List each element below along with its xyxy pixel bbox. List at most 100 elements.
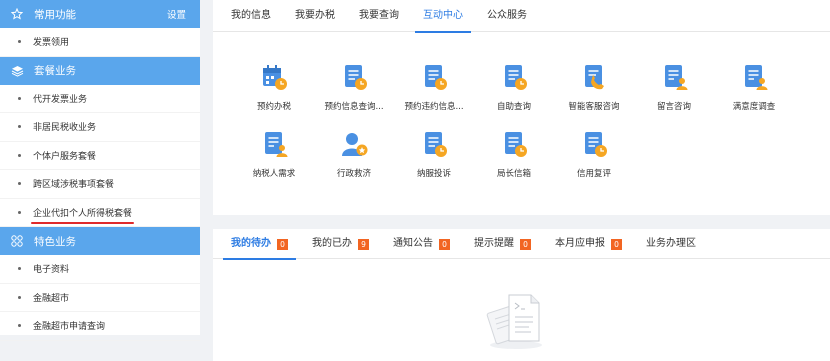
bullet-icon: [18, 295, 21, 299]
bullet-icon: [18, 182, 21, 186]
tab-monthly-declaration[interactable]: 本月应申报 0: [543, 229, 634, 259]
function-item-label: 预约信息查询...: [324, 102, 384, 112]
todo-panel: 我的待办 0 我的已办 9 通知公告 0 提示提醒 0 本月应申报 0 业务办理区: [213, 229, 830, 361]
bullet-icon: [18, 96, 21, 100]
todo-tabs: 我的待办 0 我的已办 9 通知公告 0 提示提醒 0 本月应申报 0 业务办理区: [213, 229, 830, 260]
function-item-label: 纳税人需求: [252, 169, 296, 179]
doc-clock-icon: [505, 65, 527, 90]
bullet-icon: [18, 210, 21, 214]
function-item[interactable]: 纳税人需求: [234, 129, 314, 179]
function-item[interactable]: 预约违约信息...: [394, 62, 474, 112]
sidebar-item[interactable]: 发票领用: [0, 28, 200, 57]
tab-label: 通知公告: [393, 238, 433, 249]
count-badge: 0: [520, 238, 531, 250]
tab-reminders[interactable]: 提示提醒 0: [462, 229, 543, 259]
function-item[interactable]: 满意度调查: [714, 62, 794, 112]
count-badge: 0: [611, 238, 622, 250]
function-item[interactable]: 纳服投诉: [394, 129, 474, 179]
tab-label: 本月应申报: [555, 238, 605, 249]
sidebar-item[interactable]: 跨区域涉税事项套餐: [0, 170, 200, 199]
sidebar: 常用功能 设置 发票领用 套餐业务 代开发票业务 非居民税收业务 个体户服务套餐…: [0, 0, 200, 341]
doc-clock-icon: [425, 65, 447, 90]
function-item-label: 信用复评: [576, 169, 611, 179]
sidebar-item[interactable]: 金融超市: [0, 284, 200, 312]
sidebar-item-label: 跨区域涉税事项套餐: [33, 180, 115, 191]
sidebar-item-label: 发票领用: [33, 38, 70, 49]
section-header-special[interactable]: 特色业务: [0, 227, 200, 255]
interaction-panel: 我的信息 我要办税 我要查询 互动中心 公众服务 预约办税 预约信息查询... …: [213, 0, 830, 215]
bullet-icon: [18, 40, 21, 44]
tab-tax-handling[interactable]: 我要办税: [283, 0, 347, 32]
count-badge: 9: [358, 238, 369, 250]
bullet-icon: [18, 153, 21, 157]
sidebar-item-label: 企业代扣个人所得税套餐: [30, 206, 135, 224]
bullet-icon: [18, 324, 21, 328]
empty-state-icon: [485, 289, 547, 354]
sidebar-item-label: 代开发票业务: [33, 94, 88, 105]
bullet-icon: [18, 267, 21, 271]
settings-link[interactable]: 设置: [167, 7, 186, 21]
tab-public-service[interactable]: 公众服务: [475, 0, 539, 32]
function-item[interactable]: 局长信箱: [474, 129, 554, 179]
sidebar-item[interactable]: 个体户服务套餐: [0, 142, 200, 170]
bullet-icon: [18, 125, 21, 129]
sidebar-item-label: 电子资料: [33, 265, 70, 276]
section-title: 特色业务: [34, 235, 76, 248]
tab-query[interactable]: 我要查询: [347, 0, 411, 32]
layers-icon: [10, 65, 24, 77]
sidebar-item-label: 金融超市申请查询: [33, 322, 106, 333]
main-tabs: 我的信息 我要办税 我要查询 互动中心 公众服务: [213, 0, 830, 33]
sidebar-item-label: 个体户服务套餐: [33, 151, 97, 162]
doc-clock-icon: [345, 65, 367, 90]
function-item[interactable]: 留言咨询: [634, 62, 714, 112]
doc-clock-icon: [505, 132, 527, 157]
section-header-package[interactable]: 套餐业务: [0, 56, 200, 85]
function-item[interactable]: 预约信息查询...: [314, 62, 394, 112]
tab-interaction-center[interactable]: 互动中心: [411, 0, 475, 33]
doc-clock-icon: [425, 132, 447, 157]
function-item[interactable]: 自助查询: [474, 62, 554, 112]
function-item-label: 满意度调查: [732, 102, 776, 112]
doc-user-icon: [265, 132, 288, 157]
count-badge: 0: [439, 238, 450, 250]
tab-label: 我的待办: [231, 238, 271, 249]
tab-notices[interactable]: 通知公告 0: [381, 229, 462, 259]
tab-label: 提示提醒: [474, 238, 514, 249]
sidebar-item[interactable]: 代开发票业务: [0, 85, 200, 113]
function-item-label: 预约办税: [256, 102, 291, 112]
sidebar-item[interactable]: 电子资料: [0, 255, 200, 284]
phone-doc-icon: [585, 65, 604, 90]
section-header-common[interactable]: 常用功能 设置: [0, 0, 200, 28]
star-icon: [10, 8, 24, 20]
calendar-clock-icon: [263, 65, 287, 90]
tab-label: 业务办理区: [646, 238, 696, 249]
function-item[interactable]: 智能客服咨询: [554, 62, 634, 112]
function-item[interactable]: 行政救济: [314, 129, 394, 179]
section-title: 套餐业务: [34, 65, 76, 77]
function-item-label: 纳服投诉: [416, 169, 451, 179]
function-item-label: 智能客服咨询: [568, 102, 620, 112]
tab-business-area[interactable]: 业务办理区: [634, 229, 708, 259]
sidebar-item[interactable]: 企业代扣个人所得税套餐: [0, 199, 200, 227]
sidebar-item[interactable]: 金融超市申请查询: [0, 312, 200, 341]
grid-icon: [10, 235, 24, 247]
function-item[interactable]: 预约办税: [234, 62, 314, 112]
sidebar-item-label: 金融超市: [33, 293, 70, 304]
count-badge: 0: [277, 238, 288, 250]
function-item[interactable]: 信用复评: [554, 129, 634, 179]
doc-user-icon: [745, 65, 768, 90]
tab-my-todo[interactable]: 我的待办 0: [219, 229, 300, 260]
section-title: 常用功能: [34, 8, 76, 21]
sidebar-item-label: 非居民税收业务: [33, 123, 97, 134]
doc-user-icon: [665, 65, 688, 90]
doc-clock-icon: [585, 132, 607, 157]
function-item-label: 局长信箱: [496, 169, 531, 179]
tab-my-info[interactable]: 我的信息: [219, 0, 283, 32]
function-item-label: 预约违约信息...: [404, 102, 464, 112]
person-badge-icon: [342, 133, 368, 156]
function-item-label: 留言咨询: [656, 102, 691, 112]
tab-label: 我的已办: [312, 238, 352, 249]
tab-my-done[interactable]: 我的已办 9: [300, 229, 381, 259]
sidebar-item[interactable]: 非居民税收业务: [0, 113, 200, 142]
function-item-label: 行政救济: [336, 169, 371, 179]
